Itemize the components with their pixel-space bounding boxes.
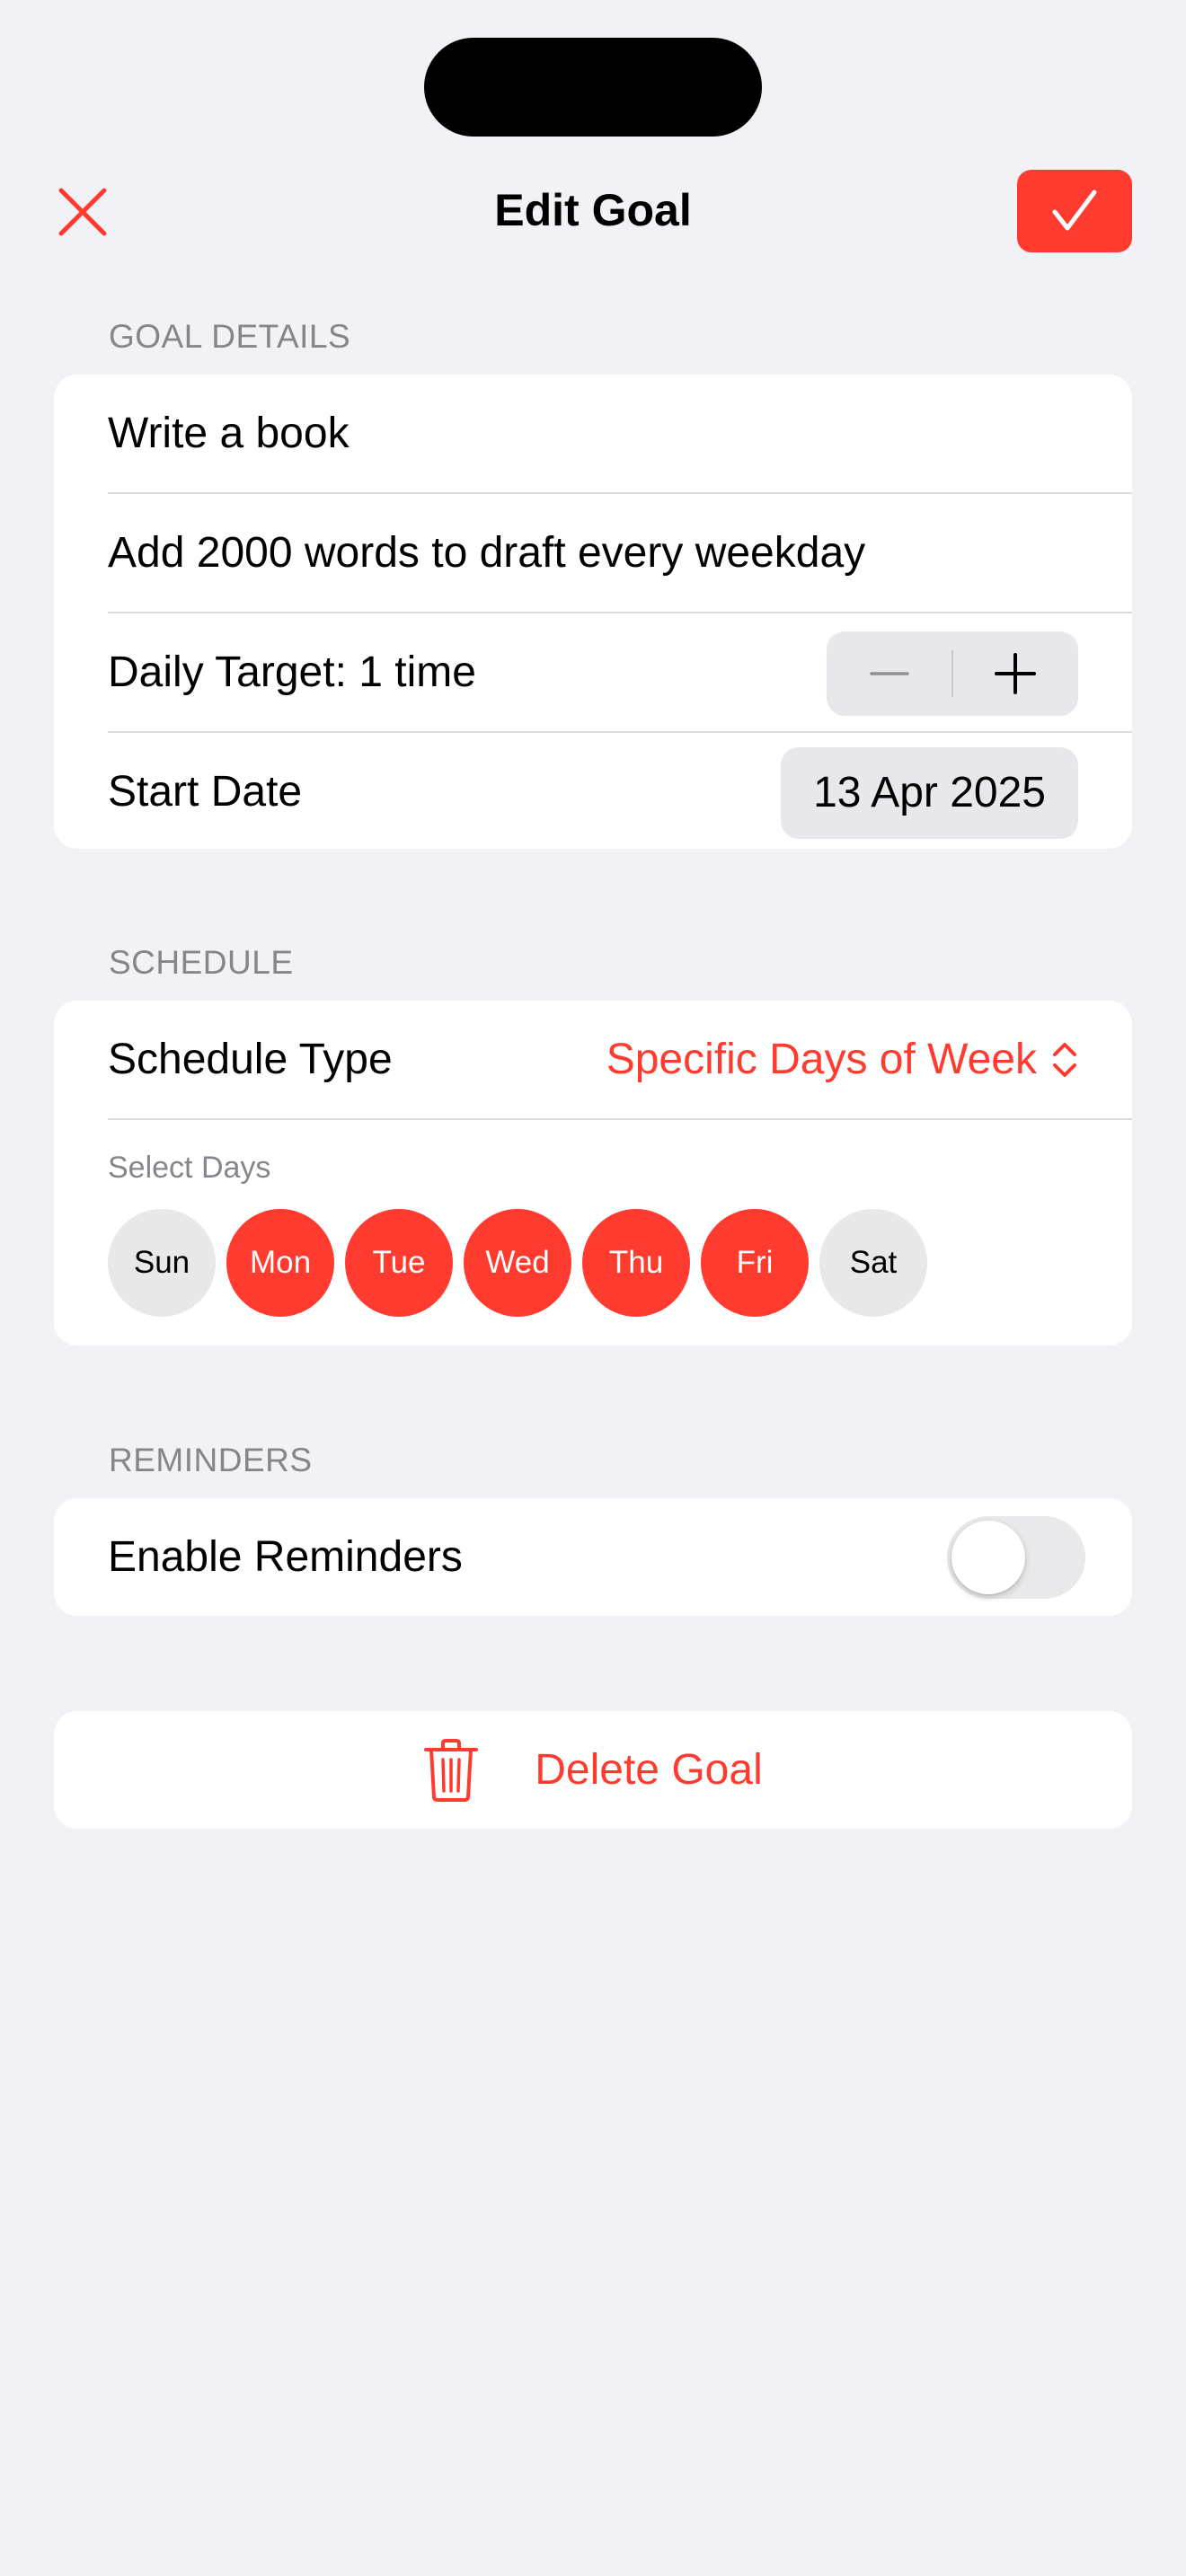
chevron-up-down-icon xyxy=(1053,1042,1076,1077)
schedule-type-row: Schedule Type Specific Days of Week xyxy=(108,1001,1132,1120)
day-chip-thu[interactable]: Thu xyxy=(582,1209,690,1317)
nav-bar: Edit Goal xyxy=(0,167,1186,253)
plus-icon xyxy=(995,653,1037,694)
schedule-header: SCHEDULE xyxy=(109,944,294,981)
reminders-header: REMINDERS xyxy=(109,1442,313,1478)
toggle-knob xyxy=(951,1521,1025,1594)
select-days-label: Select Days xyxy=(108,1151,271,1185)
schedule-card: Schedule Type Specific Days of Week Sele… xyxy=(54,1001,1132,1345)
goal-details-header: GOAL DETAILS xyxy=(109,318,351,355)
minus-icon xyxy=(869,672,909,675)
start-date-picker[interactable]: 13 Apr 2025 xyxy=(781,747,1078,839)
schedule-type-label: Schedule Type xyxy=(108,1035,393,1083)
day-chip-wed[interactable]: Wed xyxy=(464,1209,571,1317)
day-chip-tue[interactable]: Tue xyxy=(345,1209,453,1317)
dynamic-island xyxy=(424,38,762,137)
reminders-card: Enable Reminders xyxy=(54,1498,1132,1616)
goal-title-field[interactable]: Write a book xyxy=(108,375,1132,494)
goal-description-value: Add 2000 words to draft every weekday xyxy=(108,528,866,577)
day-chip-sun[interactable]: Sun xyxy=(108,1209,216,1317)
delete-goal-label: Delete Goal xyxy=(535,1746,763,1794)
schedule-type-value: Specific Days of Week xyxy=(606,1035,1037,1083)
delete-goal-button[interactable]: Delete Goal xyxy=(54,1711,1132,1829)
day-chip-sat[interactable]: Sat xyxy=(819,1209,927,1317)
increment-button[interactable] xyxy=(953,631,1078,716)
enable-reminders-toggle[interactable] xyxy=(947,1516,1085,1599)
goal-description-field[interactable]: Add 2000 words to draft every weekday xyxy=(108,494,1132,613)
day-chip-mon[interactable]: Mon xyxy=(226,1209,334,1317)
day-selector: Sun Mon Tue Wed Thu Fri Sat xyxy=(108,1209,938,1317)
schedule-type-picker[interactable]: Specific Days of Week xyxy=(606,1001,1078,1118)
enable-reminders-label: Enable Reminders xyxy=(108,1532,463,1581)
page-title: Edit Goal xyxy=(494,185,692,235)
decrement-button[interactable] xyxy=(827,631,951,716)
start-date-label: Start Date xyxy=(108,767,303,816)
save-button[interactable] xyxy=(1017,170,1132,252)
day-chip-fri[interactable]: Fri xyxy=(701,1209,809,1317)
goal-title-value: Write a book xyxy=(108,409,350,457)
start-date-row: Start Date 13 Apr 2025 xyxy=(108,733,1132,849)
enable-reminders-row: Enable Reminders xyxy=(108,1498,1132,1616)
goal-details-card: Write a book Add 2000 words to draft eve… xyxy=(54,375,1132,849)
daily-target-stepper xyxy=(827,631,1078,716)
trash-icon xyxy=(424,1738,479,1802)
daily-target-label: Daily Target: 1 time xyxy=(108,648,476,696)
checkmark-icon xyxy=(1052,190,1097,231)
daily-target-row: Daily Target: 1 time xyxy=(108,613,1132,733)
